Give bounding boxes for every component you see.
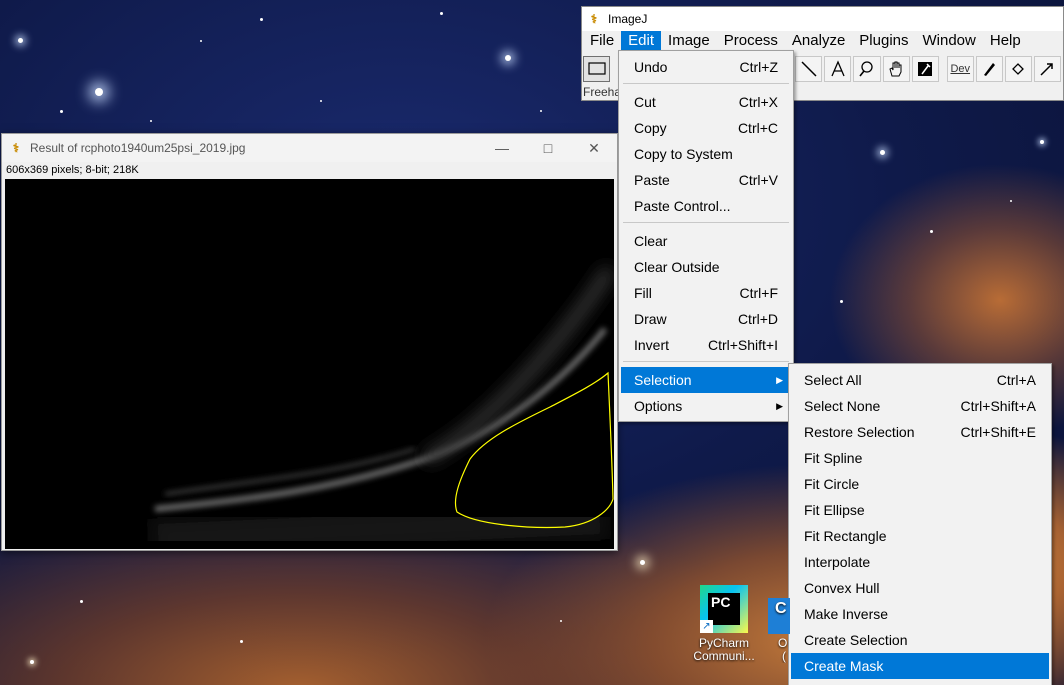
- pycharm-icon: PC ↗: [700, 585, 748, 633]
- menu-analyze[interactable]: Analyze: [785, 31, 852, 51]
- menu-file[interactable]: File: [583, 31, 621, 51]
- selection-menu-fit-ellipse[interactable]: Fit Ellipse: [791, 497, 1049, 523]
- menu-plugins[interactable]: Plugins: [852, 31, 915, 51]
- selection-menu-select-all[interactable]: Select All Ctrl+A: [791, 367, 1049, 393]
- edit-menu-draw[interactable]: Draw Ctrl+D: [621, 306, 791, 332]
- submenu-arrow-icon: ▶: [776, 375, 783, 385]
- edit-menu-copy[interactable]: Copy Ctrl+C: [621, 115, 791, 141]
- image-canvas[interactable]: [5, 179, 614, 549]
- menu-divider: [623, 222, 789, 223]
- edit-menu-selection[interactable]: Selection ▶: [621, 367, 791, 393]
- hand-tool-icon[interactable]: [882, 56, 910, 82]
- selection-menu-restore-selection[interactable]: Restore Selection Ctrl+Shift+E: [791, 419, 1049, 445]
- image-window-title: Result of rcphoto1940um25psi_2019.jpg: [30, 141, 246, 155]
- selection-menu-create-mask[interactable]: Create Mask: [791, 653, 1049, 679]
- edit-menu-copy-to-system[interactable]: Copy to System: [621, 141, 791, 167]
- flood-fill-tool-icon[interactable]: [1004, 56, 1032, 82]
- edit-menu-undo[interactable]: Undo Ctrl+Z: [621, 54, 791, 80]
- arrow-tool-icon[interactable]: [1033, 56, 1062, 82]
- app-icon: C: [768, 598, 790, 634]
- imagej-status-text: Freeha: [583, 85, 622, 99]
- microscope-icon: ⚕: [590, 12, 598, 26]
- minimize-button[interactable]: —: [479, 134, 525, 162]
- edit-menu-paste[interactable]: Paste Ctrl+V: [621, 167, 791, 193]
- edit-menu-invert[interactable]: Invert Ctrl+Shift+I: [621, 332, 791, 358]
- straight-line-tool-icon[interactable]: [795, 56, 823, 82]
- menu-window[interactable]: Window: [916, 31, 983, 51]
- pycharm-label-2: Communi...: [693, 649, 755, 663]
- color-picker-tool-icon[interactable]: [911, 56, 939, 82]
- maximize-button[interactable]: □: [525, 134, 571, 162]
- edit-menu: Undo Ctrl+Z Cut Ctrl+X Copy Ctrl+C Copy to …: [618, 50, 794, 422]
- image-info: 606x369 pixels; 8-bit; 218K: [6, 164, 139, 176]
- desktop-icon-second[interactable]: C O (: [768, 598, 790, 663]
- selection-menu-create-selection[interactable]: Create Selection: [791, 627, 1049, 653]
- selection-menu-fit-circle[interactable]: Fit Circle: [791, 471, 1049, 497]
- menu-help[interactable]: Help: [983, 31, 1028, 51]
- image-window: ⚕ Result of rcphoto1940um25psi_2019.jpg …: [1, 133, 618, 551]
- edit-menu-paste-control[interactable]: Paste Control...: [621, 193, 791, 219]
- dev-tool-icon[interactable]: Dev: [946, 56, 974, 82]
- imagej-title: ImageJ: [608, 12, 648, 26]
- shortcut-arrow-icon: ↗: [700, 620, 713, 633]
- second-label-2: (: [782, 649, 786, 663]
- selection-menu-interpolate[interactable]: Interpolate: [791, 549, 1049, 575]
- menu-process[interactable]: Process: [717, 31, 785, 51]
- selection-menu-select-none[interactable]: Select None Ctrl+Shift+A: [791, 393, 1049, 419]
- menu-divider: [623, 83, 789, 84]
- image-window-titlebar[interactable]: ⚕ Result of rcphoto1940um25psi_2019.jpg …: [2, 134, 617, 162]
- edit-menu-clear[interactable]: Clear: [621, 228, 791, 254]
- menu-divider: [623, 361, 789, 362]
- edit-menu-clear-outside[interactable]: Clear Outside: [621, 254, 791, 280]
- desktop-icon-pycharm[interactable]: PC ↗ PyCharm Communi...: [688, 585, 760, 663]
- second-label-1: O: [778, 636, 788, 650]
- menu-image[interactable]: Image: [661, 31, 717, 51]
- pycharm-badge: PC: [711, 594, 731, 610]
- image-content: [152, 265, 614, 549]
- brush-tool-icon[interactable]: [975, 56, 1003, 82]
- edit-menu-fill[interactable]: Fill Ctrl+F: [621, 280, 791, 306]
- close-button[interactable]: ✕: [571, 134, 617, 162]
- menu-edit[interactable]: Edit: [621, 31, 662, 51]
- magnifier-tool-icon[interactable]: [853, 56, 881, 82]
- selection-menu-convex-hull[interactable]: Convex Hull: [791, 575, 1049, 601]
- selection-menu-fit-spline[interactable]: Fit Spline: [791, 445, 1049, 471]
- dev-label: Dev: [950, 63, 971, 75]
- submenu-arrow-icon: ▶: [776, 401, 783, 411]
- edit-menu-cut[interactable]: Cut Ctrl+X: [621, 89, 791, 115]
- imagej-titlebar[interactable]: ⚕ ImageJ: [582, 7, 1063, 31]
- text-tool-icon[interactable]: [824, 56, 852, 82]
- selection-submenu: Select All Ctrl+A Select None Ctrl+Shift+A…: [788, 363, 1052, 685]
- selection-menu-fit-rectangle[interactable]: Fit Rectangle: [791, 523, 1049, 549]
- edit-menu-options[interactable]: Options ▶: [621, 393, 791, 419]
- microscope-icon: ⚕: [12, 141, 20, 155]
- selection-menu-make-inverse[interactable]: Make Inverse: [791, 601, 1049, 627]
- imagej-menubar: File Edit Image Process Analyze Plugins …: [582, 31, 1063, 51]
- rectangle-tool-icon[interactable]: [583, 56, 611, 82]
